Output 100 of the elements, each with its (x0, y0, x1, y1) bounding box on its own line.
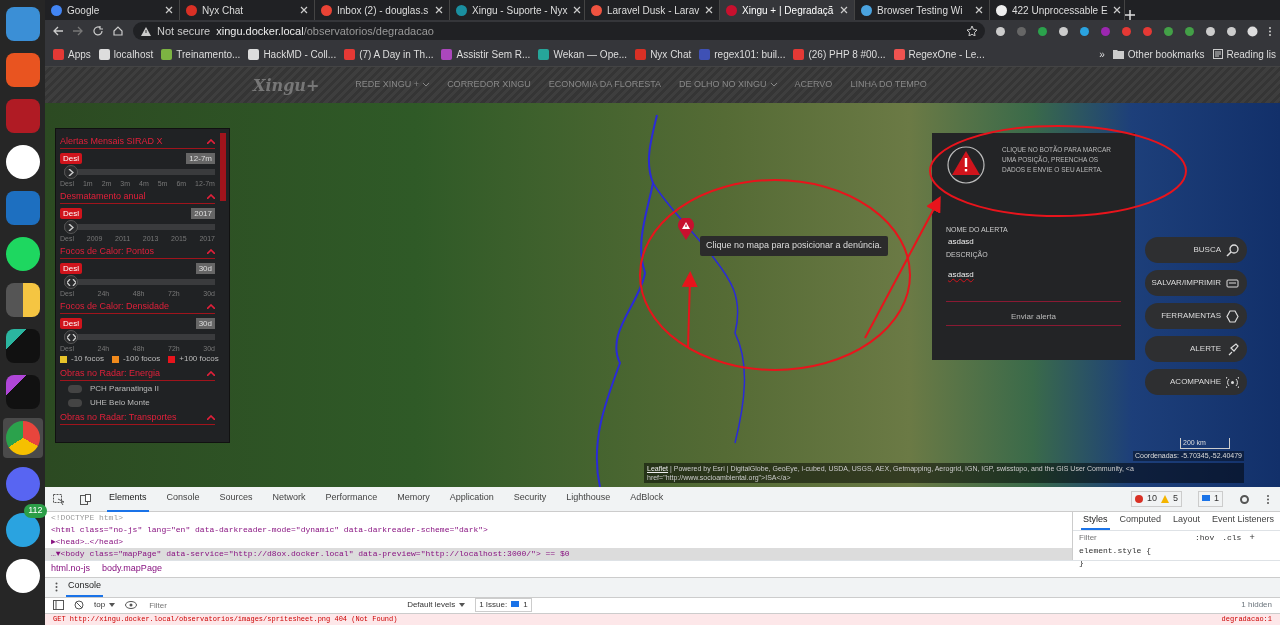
devtools-tab[interactable]: Memory (395, 486, 432, 512)
devtools-tab[interactable]: Console (164, 486, 202, 512)
devtools-tab[interactable]: Security (511, 486, 549, 512)
new-rule-button[interactable]: + (1249, 530, 1255, 545)
chevron-icon[interactable] (207, 371, 215, 376)
issue-counter[interactable]: 10 5 (1130, 491, 1182, 507)
close-icon[interactable] (435, 6, 443, 14)
chevron-icon[interactable] (207, 249, 215, 254)
more-icon[interactable] (55, 582, 58, 592)
hover-state-toggle[interactable]: :hov (1195, 531, 1215, 544)
chevron-icon[interactable] (207, 304, 215, 309)
extension-icon[interactable] (1058, 25, 1069, 37)
close-icon[interactable] (840, 6, 848, 14)
slider-thumb[interactable] (64, 330, 78, 344)
bookmark-link[interactable]: Treinamento... (161, 46, 241, 62)
map-tool-button[interactable]: FERRAMENTAS (1145, 303, 1247, 329)
device-toolbar-icon[interactable] (80, 493, 91, 505)
bookmark-folder[interactable]: Other bookmarks (1112, 46, 1205, 62)
close-icon[interactable] (975, 6, 983, 14)
nav-link[interactable]: REDE XINGU + (355, 78, 430, 92)
slider-thumb[interactable] (64, 165, 78, 179)
extension-icon[interactable] (1184, 25, 1195, 37)
bookmark-link[interactable]: Wekan — Ope... (538, 46, 628, 62)
nav-link[interactable]: DE OLHO NO XINGU (679, 78, 777, 92)
extension-icon[interactable] (1163, 25, 1174, 37)
description-field[interactable]: asdasd (946, 260, 1121, 302)
bookmark-link[interactable]: HackMD - Coll... (248, 46, 337, 62)
devtools-tab[interactable]: Network (270, 486, 308, 512)
toggle-switch[interactable] (68, 385, 82, 393)
issues-badge[interactable]: 1 (1198, 491, 1223, 507)
sidebar-toggle-icon[interactable] (53, 600, 64, 610)
alert-name-field[interactable]: asdasd (946, 235, 1121, 248)
back-icon[interactable] (53, 26, 63, 36)
styles-tab[interactable]: Computed (1117, 512, 1164, 530)
profile-avatar-icon[interactable] (1247, 25, 1258, 37)
close-icon[interactable] (300, 6, 308, 14)
breadcrumb-item[interactable]: html.no-js (45, 561, 96, 577)
bookmark-link[interactable]: Nyx Chat (635, 46, 692, 62)
extension-icon[interactable] (995, 25, 1006, 37)
eye-icon[interactable] (125, 601, 138, 609)
breadcrumb-item[interactable]: body.mapPage (96, 561, 168, 577)
map-tool-button[interactable]: BUSCA (1145, 237, 1247, 263)
bookmark-link[interactable]: RegexOne - Le... (893, 46, 985, 62)
code-line[interactable]: ▶<head>…</head> (45, 536, 1072, 548)
devtools-tab[interactable]: Elements (107, 486, 149, 512)
bookmark-link[interactable]: (7) A Day in Th... (344, 46, 434, 62)
close-icon[interactable] (165, 6, 173, 14)
bookmark-link[interactable]: Apps (53, 46, 91, 62)
home-icon[interactable] (113, 26, 123, 36)
forward-icon[interactable] (73, 26, 83, 36)
off-button[interactable]: Desl (60, 153, 82, 164)
devtools-tab[interactable]: Sources (217, 486, 255, 512)
context-selector[interactable]: top (94, 599, 116, 611)
nav-link[interactable]: CORREDOR XINGU (447, 78, 531, 92)
settings-icon[interactable] (1239, 493, 1250, 505)
more-icon[interactable] (1266, 493, 1270, 505)
drawer-tab[interactable]: Console (66, 577, 104, 597)
clear-console-icon[interactable] (74, 600, 84, 610)
devtools-tab[interactable]: Performance (323, 486, 380, 512)
chevron-icon[interactable] (207, 194, 215, 199)
devtools-tab[interactable]: Application (447, 486, 496, 512)
extension-icon[interactable] (1226, 25, 1237, 37)
code-line[interactable]: <html class="no-js" lang="en" data-darkreader-mode="dynamic" data-darkreader-scheme="dark"> (45, 524, 1072, 536)
send-alert-button[interactable]: Enviar alerta (946, 307, 1121, 326)
extension-icon[interactable] (1037, 25, 1048, 37)
bookmark-link[interactable]: (26) PHP 8 #00... (793, 46, 886, 62)
off-button[interactable]: Desl (60, 318, 82, 329)
map-marker-icon[interactable] (678, 218, 694, 240)
chevron-icon[interactable] (207, 415, 215, 420)
more-bookmarks-button[interactable]: » (1099, 46, 1105, 62)
class-toggle[interactable]: .cls (1222, 531, 1242, 544)
close-icon[interactable] (1112, 6, 1121, 14)
nav-link[interactable]: ACERVO (794, 78, 833, 92)
menu-icon[interactable] (1268, 25, 1272, 37)
bookmark-link[interactable]: localhost (98, 46, 154, 62)
bookmark-link[interactable]: Assistir Sem R... (441, 46, 531, 62)
star-icon[interactable] (967, 26, 977, 36)
inspect-icon[interactable] (53, 493, 64, 505)
off-button[interactable]: Desl (60, 208, 82, 219)
styles-tab[interactable]: Event Listeners (1210, 512, 1277, 530)
styles-tab[interactable]: Layout (1171, 512, 1203, 530)
map-tool-button[interactable]: SALVAR/IMPRIMIR (1145, 270, 1247, 296)
browser-tab[interactable]: Xingu + | Degradaçã (720, 0, 855, 20)
reload-icon[interactable] (93, 26, 103, 36)
address-bar[interactable]: Not secure xingu.docker.local/observatorios/degradacao (133, 22, 985, 40)
map-tool-button[interactable]: ALERTE (1145, 336, 1247, 362)
new-tab-icon[interactable] (1125, 10, 1135, 20)
devtools-tab[interactable]: Lighthouse (564, 486, 613, 512)
off-button[interactable]: Desl (60, 263, 82, 274)
devtools-tab[interactable]: AdBlock (628, 486, 666, 512)
close-icon[interactable] (572, 6, 581, 14)
slider-thumb[interactable] (64, 220, 78, 234)
bookmark-link[interactable]: regex101: buil... (699, 46, 786, 62)
extension-icon[interactable] (1079, 25, 1090, 37)
issues-button[interactable]: 1 Issue: 1 (475, 598, 532, 612)
map-tool-button[interactable]: ACOMPANHE (1145, 369, 1247, 395)
reading-list-button[interactable]: Reading lis (1212, 46, 1276, 62)
close-icon[interactable] (705, 6, 713, 14)
toggle-switch[interactable] (68, 399, 82, 407)
styles-tab[interactable]: Styles (1081, 512, 1110, 530)
